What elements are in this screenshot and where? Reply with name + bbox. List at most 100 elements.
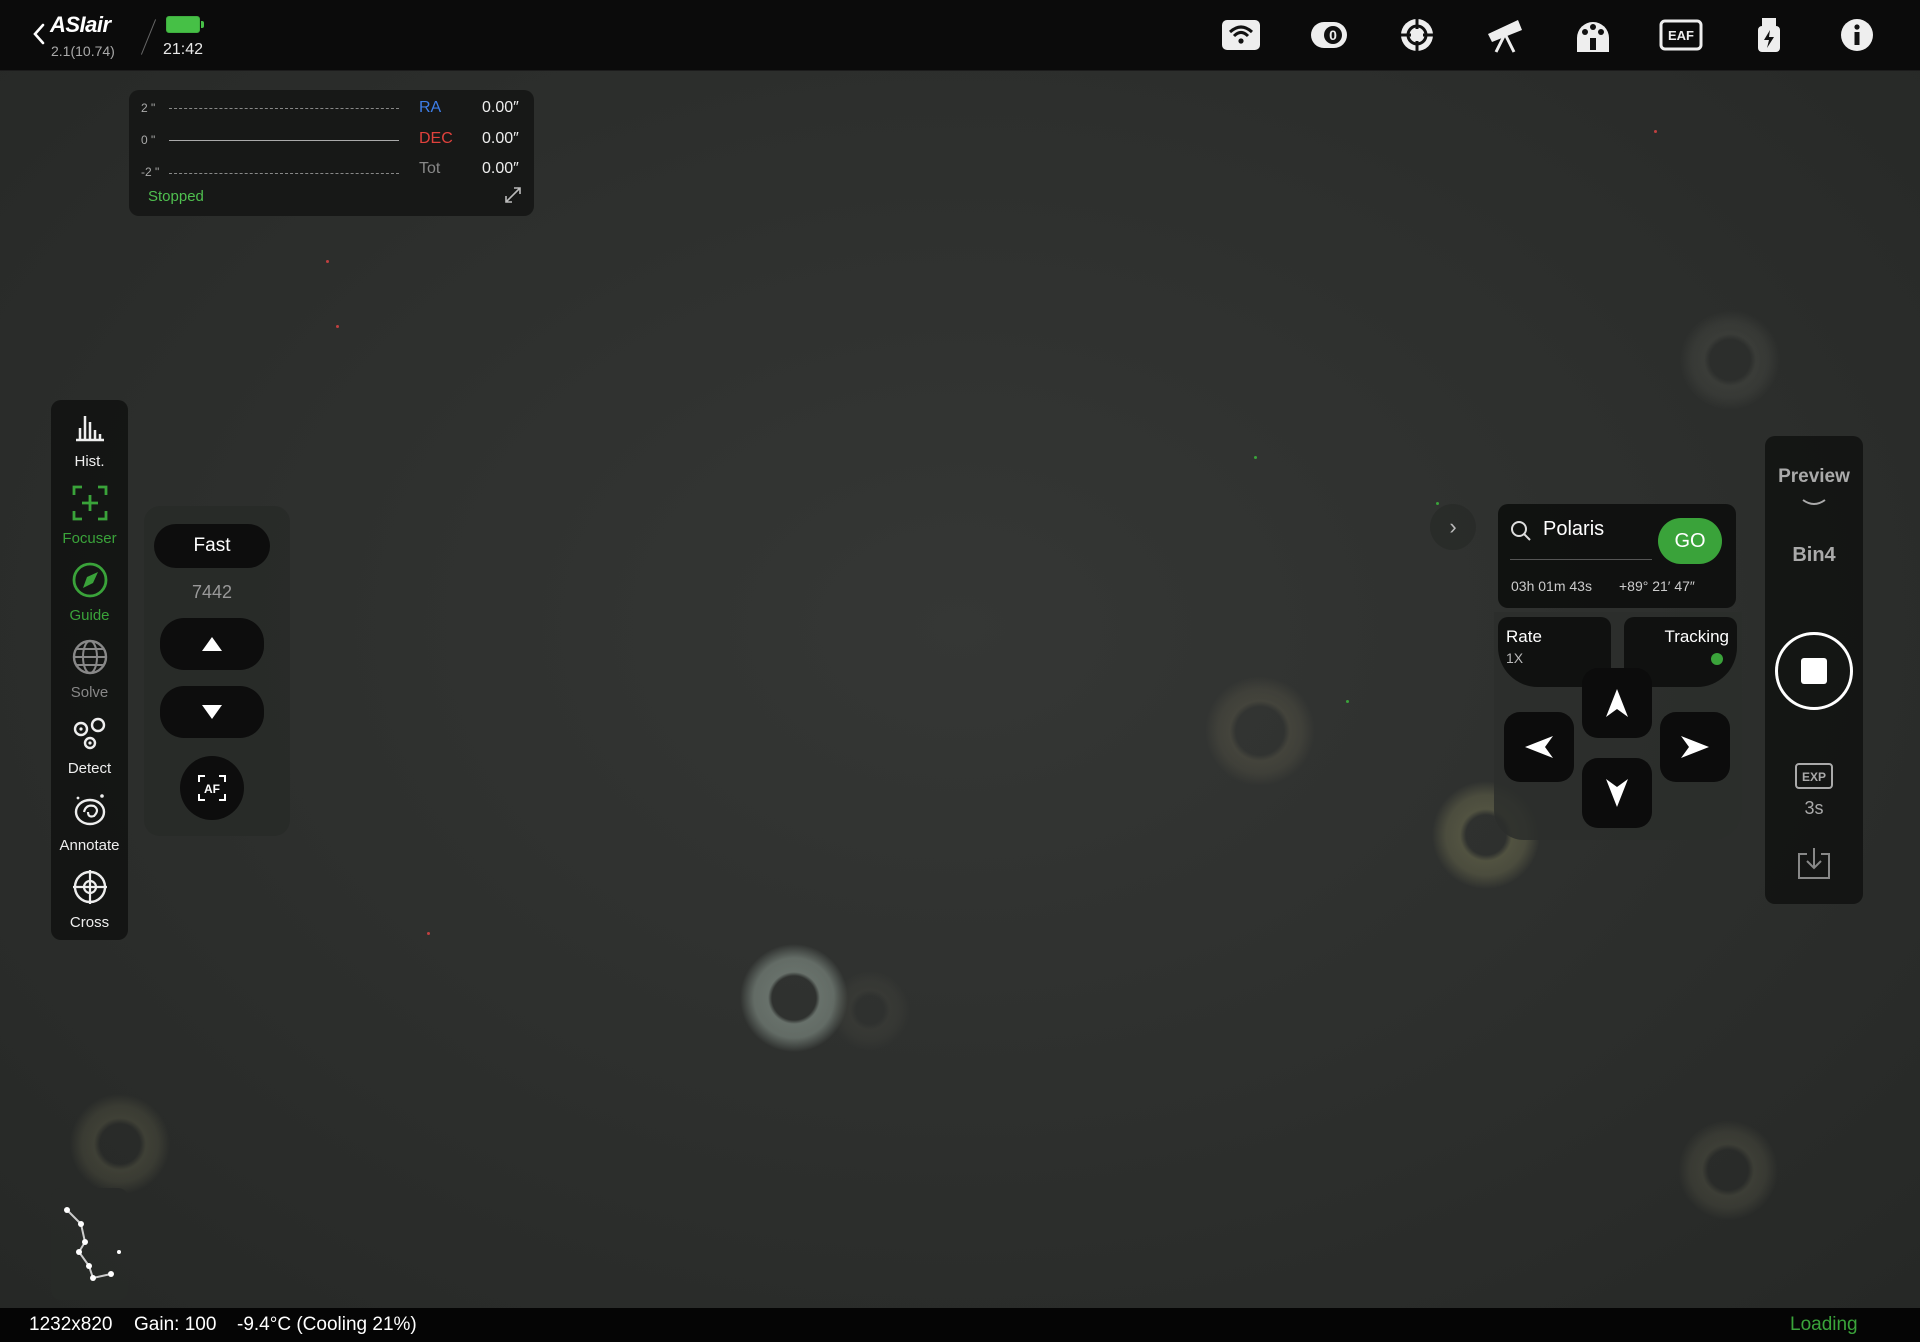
guide-scope-icon[interactable] [1395,14,1439,56]
chevron-down-icon [1802,499,1826,505]
mode-selector[interactable]: Preview [1765,466,1863,488]
tool-label: Detect [67,760,112,777]
tot-label: Tot [419,160,441,177]
left-toolbar: Hist. Focuser Guide Solve Detect Annotat… [51,400,128,940]
battery-icon [166,16,204,33]
resolution: 1232x820 [29,1314,113,1335]
arrow-left-icon [1525,736,1553,758]
guide-status: Stopped [148,188,204,205]
tool-label: Guide [69,607,110,624]
focus-in-button[interactable] [160,618,264,670]
focuser-button[interactable]: Focuser [51,477,128,551]
camera-icon[interactable]: 0 [1307,14,1351,56]
focuser-speed-button[interactable]: Fast [154,524,270,568]
exp-label: EXP [1802,770,1826,784]
exposure-value[interactable]: 3s [1765,798,1863,819]
divider [140,19,157,55]
gain: Gain: 100 [134,1314,217,1335]
defocused-star [1678,1120,1778,1220]
collapse-panel-button[interactable]: › [1430,504,1476,550]
star-dot [1654,130,1657,133]
arrow-up-icon [1606,689,1628,717]
camera-badge: 0 [1329,27,1337,43]
telescope-icon[interactable] [1483,14,1527,56]
target-search-field[interactable]: Polaris [1543,518,1604,541]
ra-value: 0.00″ [482,99,519,116]
search-icon [1511,521,1531,541]
annotate-button[interactable]: Annotate [51,784,128,858]
top-bar: ASIair 2.1(10.74) 21:42 0 EAF [0,0,1920,71]
exposure-icon[interactable]: EXP [1794,762,1834,790]
detect-button[interactable]: Detect [51,707,128,781]
tool-label: Hist. [74,453,105,470]
move-south-button[interactable] [1582,758,1652,828]
app-version: 2.1(10.74) [51,43,115,59]
target-ra: 03h 01m 43s [1511,578,1592,594]
chevron-right-icon: › [1449,514,1457,539]
filter-wheel-icon[interactable] [1571,14,1615,56]
tool-label: Annotate [59,837,120,854]
hist-button[interactable]: Hist. [51,400,128,474]
defocused-star [1680,310,1780,410]
dec-label: DEC [419,130,453,147]
af-label: AF [204,782,220,796]
stop-capture-button[interactable] [1775,632,1853,710]
constellation-icon [64,1207,121,1281]
app-logo: ASIair [50,12,111,37]
defocused-star [830,970,910,1050]
guide-button[interactable]: Guide [51,554,128,628]
arrow-right-icon [1681,736,1709,758]
guide-graph-panel[interactable]: 2 " 0 " -2 " RA 0.00″ DEC 0.00″ Tot 0.00… [129,90,534,216]
tracking-indicator [1711,653,1723,665]
defocused-star [1205,676,1315,786]
triangle-down-icon [202,705,222,719]
detect-stars-icon [73,717,105,750]
save-download-icon[interactable] [1795,846,1833,880]
expand-icon[interactable] [504,186,522,204]
wifi-icon[interactable] [1219,14,1263,56]
star-dot [336,325,339,328]
stop-icon [1801,658,1827,684]
camera-temperature: -9.4°C (Cooling 21%) [237,1314,417,1335]
guide-icon [72,562,107,598]
crosshair-icon [72,870,107,904]
target-dec: +89° 21′ 47″ [1619,578,1695,594]
triangle-up-icon [202,637,222,651]
focus-out-button[interactable] [160,686,264,738]
focuser-panel: Fast 7442 AF [144,506,290,836]
star-dot [427,932,430,935]
tool-label: Focuser [62,530,117,547]
info-icon[interactable] [1835,14,1879,56]
focuser-position: 7442 [191,582,233,602]
back-chevron-icon[interactable] [30,22,48,46]
sky-atlas-button[interactable] [51,1188,128,1300]
gridline [169,173,399,174]
globe-icon [72,639,107,675]
rate-value: 1X [1506,650,1524,666]
autofocus-icon: AF [198,775,226,801]
clock: 21:42 [163,41,204,58]
arrow-down-icon [1606,779,1628,807]
go-button[interactable]: GO [1658,518,1722,564]
defocused-star [70,1094,170,1194]
star-dot [1254,456,1257,459]
star-dot [326,260,329,263]
eaf-label: EAF [1668,28,1694,43]
galaxy-icon [74,794,105,826]
move-west-button[interactable] [1504,712,1574,782]
status-bar: 1232x820 Gain: 100 -9.4°C (Cooling 21%) … [0,1308,1920,1342]
y-tick: 2 " [141,101,156,115]
search-underline [1510,559,1652,560]
tot-value: 0.00″ [482,160,519,177]
eaf-icon[interactable]: EAF [1659,14,1703,56]
autofocus-button[interactable]: AF [180,756,244,820]
goto-panel: Polaris GO 03h 01m 43s +89° 21′ 47″ [1498,504,1736,608]
bin-selector[interactable]: Bin4 [1765,544,1863,567]
usb-power-icon[interactable] [1747,14,1791,56]
ra-label: RA [419,99,442,116]
move-north-button[interactable] [1582,668,1652,738]
cross-button[interactable]: Cross [51,861,128,935]
move-east-button[interactable] [1660,712,1730,782]
y-tick: 0 " [141,133,156,147]
solve-button[interactable]: Solve [51,631,128,705]
